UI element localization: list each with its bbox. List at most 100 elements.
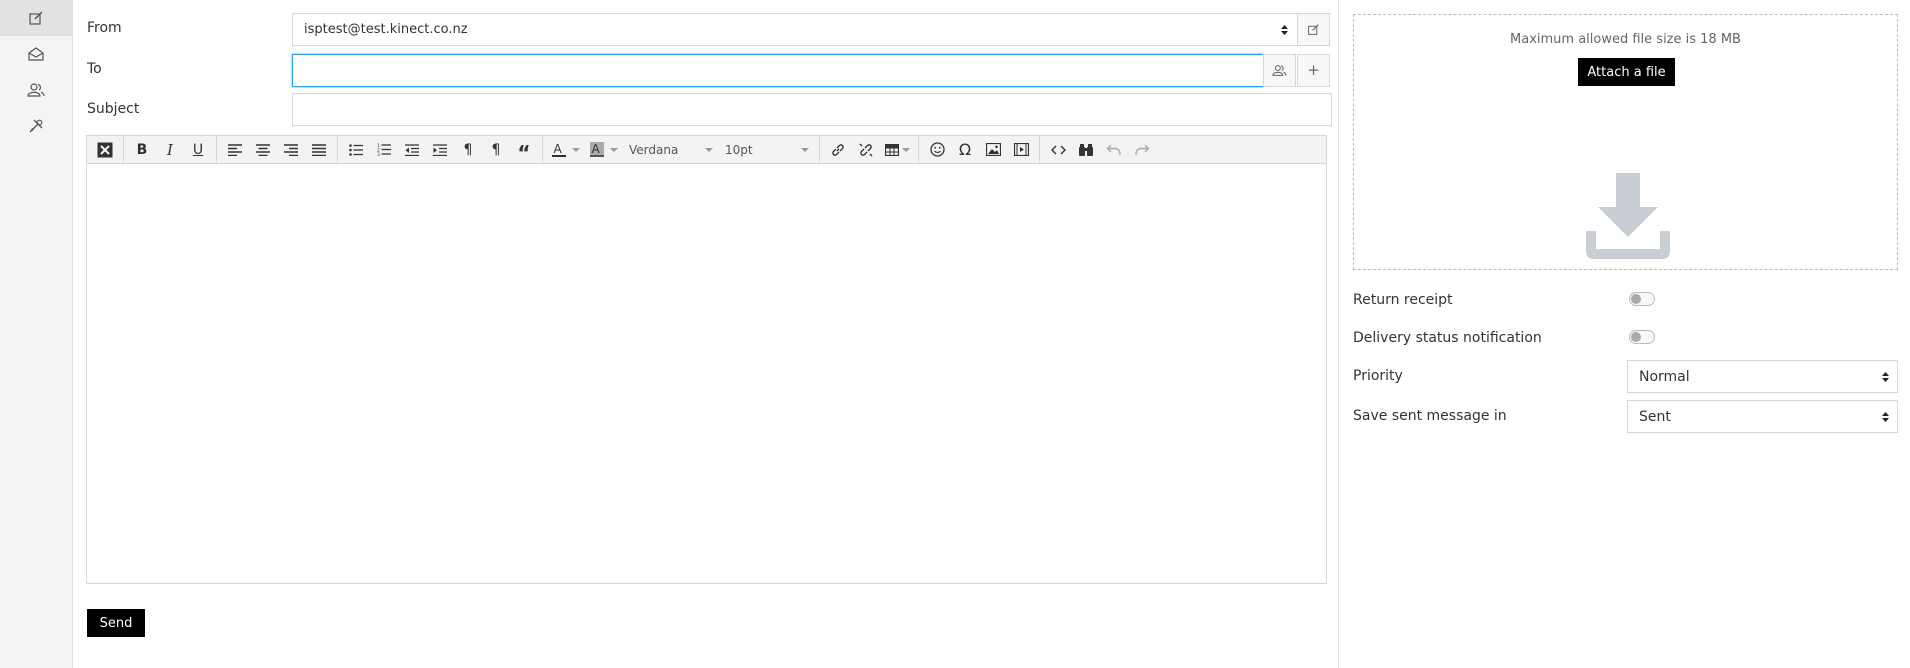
undo-icon: [1107, 144, 1121, 156]
font-family-select[interactable]: Verdana: [623, 137, 719, 162]
bullet-list-button[interactable]: [342, 137, 370, 162]
insert-image-button[interactable]: [979, 137, 1007, 162]
indent-icon: [433, 143, 447, 156]
rail-contacts-button[interactable]: [0, 72, 72, 108]
chevron-down-icon: [801, 147, 809, 152]
subject-label: Subject: [87, 101, 140, 117]
close-box-icon: [97, 142, 113, 158]
emoticons-button[interactable]: [923, 137, 951, 162]
mail-icon: [27, 46, 45, 62]
svg-text:A: A: [554, 142, 563, 156]
align-justify-icon: [312, 143, 326, 156]
quote-icon: “: [517, 140, 531, 165]
plus-icon: +: [1307, 61, 1320, 79]
compose-options-panel: Maximum allowed file size is 18 MB Attac…: [1353, 0, 1898, 668]
table-icon: [884, 143, 899, 156]
align-center-button[interactable]: [249, 137, 277, 162]
image-icon: [985, 143, 1001, 156]
priority-select[interactable]: Normal: [1627, 360, 1898, 393]
to-input[interactable]: [292, 54, 1264, 87]
text-color-button[interactable]: A: [547, 137, 585, 162]
font-size-value: 10pt: [725, 142, 753, 157]
toolbar-divider: [542, 135, 543, 164]
chevron-down-icon: [572, 147, 580, 152]
toolbar-divider: [123, 135, 124, 164]
italic-button[interactable]: I: [156, 137, 184, 162]
align-right-icon: [284, 143, 298, 156]
svg-text:3: 3: [377, 152, 380, 156]
updown-icon: [1281, 24, 1288, 36]
font-family-value: Verdana: [629, 142, 679, 157]
unlink-button[interactable]: [852, 137, 880, 162]
rail-compose-button[interactable]: [0, 0, 72, 36]
ltr-paragraph-icon: ¶: [491, 141, 501, 158]
binoculars-icon: [1079, 143, 1093, 157]
return-receipt-label: Return receipt: [1353, 292, 1453, 308]
code-icon: [1050, 144, 1066, 156]
attach-file-button[interactable]: Attach a file: [1578, 58, 1675, 86]
delivery-status-label: Delivery status notification: [1353, 330, 1542, 346]
align-left-button[interactable]: [221, 137, 249, 162]
text-color-icon: A: [552, 142, 566, 158]
undo-button[interactable]: [1100, 137, 1128, 162]
from-label: From: [87, 20, 122, 36]
unlink-icon: [859, 143, 873, 157]
bold-icon: B: [136, 141, 148, 158]
align-left-icon: [228, 143, 242, 156]
background-color-button[interactable]: A: [585, 137, 623, 162]
italic-icon: I: [167, 140, 173, 159]
insert-link-button[interactable]: [824, 137, 852, 162]
message-body-editor[interactable]: [86, 164, 1327, 584]
attachment-drop-zone[interactable]: Maximum allowed file size is 18 MB Attac…: [1353, 14, 1898, 270]
rail-settings-button[interactable]: [0, 108, 72, 144]
insert-media-button[interactable]: [1007, 137, 1035, 162]
rtl-button[interactable]: ¶: [454, 137, 482, 162]
align-center-icon: [256, 143, 270, 156]
toggle-knob: [1631, 294, 1641, 304]
return-receipt-toggle[interactable]: [1629, 292, 1655, 306]
align-justify-button[interactable]: [305, 137, 333, 162]
chevron-down-icon: [901, 147, 910, 152]
updown-icon: [1882, 371, 1889, 383]
add-header-button[interactable]: +: [1297, 54, 1330, 87]
subject-input[interactable]: [292, 93, 1332, 126]
save-sent-value: Sent: [1639, 408, 1671, 425]
send-button[interactable]: Send: [87, 609, 145, 637]
numbered-list-button[interactable]: 123: [370, 137, 398, 162]
plain-text-toggle-button[interactable]: [91, 137, 119, 162]
compose-form: From isptest@test.kinect.co.nz To + Subj…: [73, 0, 1339, 668]
special-char-button[interactable]: Ω: [951, 137, 979, 162]
save-sent-select[interactable]: Sent: [1627, 400, 1898, 433]
toolbar-divider: [819, 135, 820, 164]
ltr-button[interactable]: ¶: [482, 137, 510, 162]
from-select[interactable]: isptest@test.kinect.co.nz: [292, 13, 1298, 46]
outdent-button[interactable]: [398, 137, 426, 162]
indent-button[interactable]: [426, 137, 454, 162]
toggle-knob: [1631, 332, 1641, 342]
source-code-button[interactable]: [1044, 137, 1072, 162]
numbered-list-icon: 123: [377, 143, 391, 156]
edit-identity-button[interactable]: [1297, 13, 1330, 46]
redo-button[interactable]: [1128, 137, 1156, 162]
bold-button[interactable]: B: [128, 137, 156, 162]
smiley-icon: [929, 142, 945, 157]
font-size-select[interactable]: 10pt: [719, 137, 815, 162]
find-replace-button[interactable]: [1072, 137, 1100, 162]
underline-button[interactable]: U: [184, 137, 212, 162]
delivery-status-toggle[interactable]: [1629, 330, 1655, 344]
background-color-icon: A: [590, 141, 604, 158]
align-right-button[interactable]: [277, 137, 305, 162]
priority-value: Normal: [1639, 368, 1690, 385]
blockquote-button[interactable]: “: [510, 137, 538, 165]
address-book-button[interactable]: [1263, 54, 1296, 87]
outdent-icon: [405, 143, 419, 156]
settings-icon: [28, 118, 44, 134]
table-button[interactable]: [880, 137, 914, 162]
edit-icon: [1307, 23, 1320, 36]
bullet-list-icon: [349, 143, 363, 156]
rtl-paragraph-icon: ¶: [463, 141, 473, 158]
toolbar-divider: [216, 135, 217, 164]
download-icon: [1586, 173, 1670, 259]
rail-mail-button[interactable]: [0, 36, 72, 72]
updown-icon: [1882, 411, 1889, 423]
